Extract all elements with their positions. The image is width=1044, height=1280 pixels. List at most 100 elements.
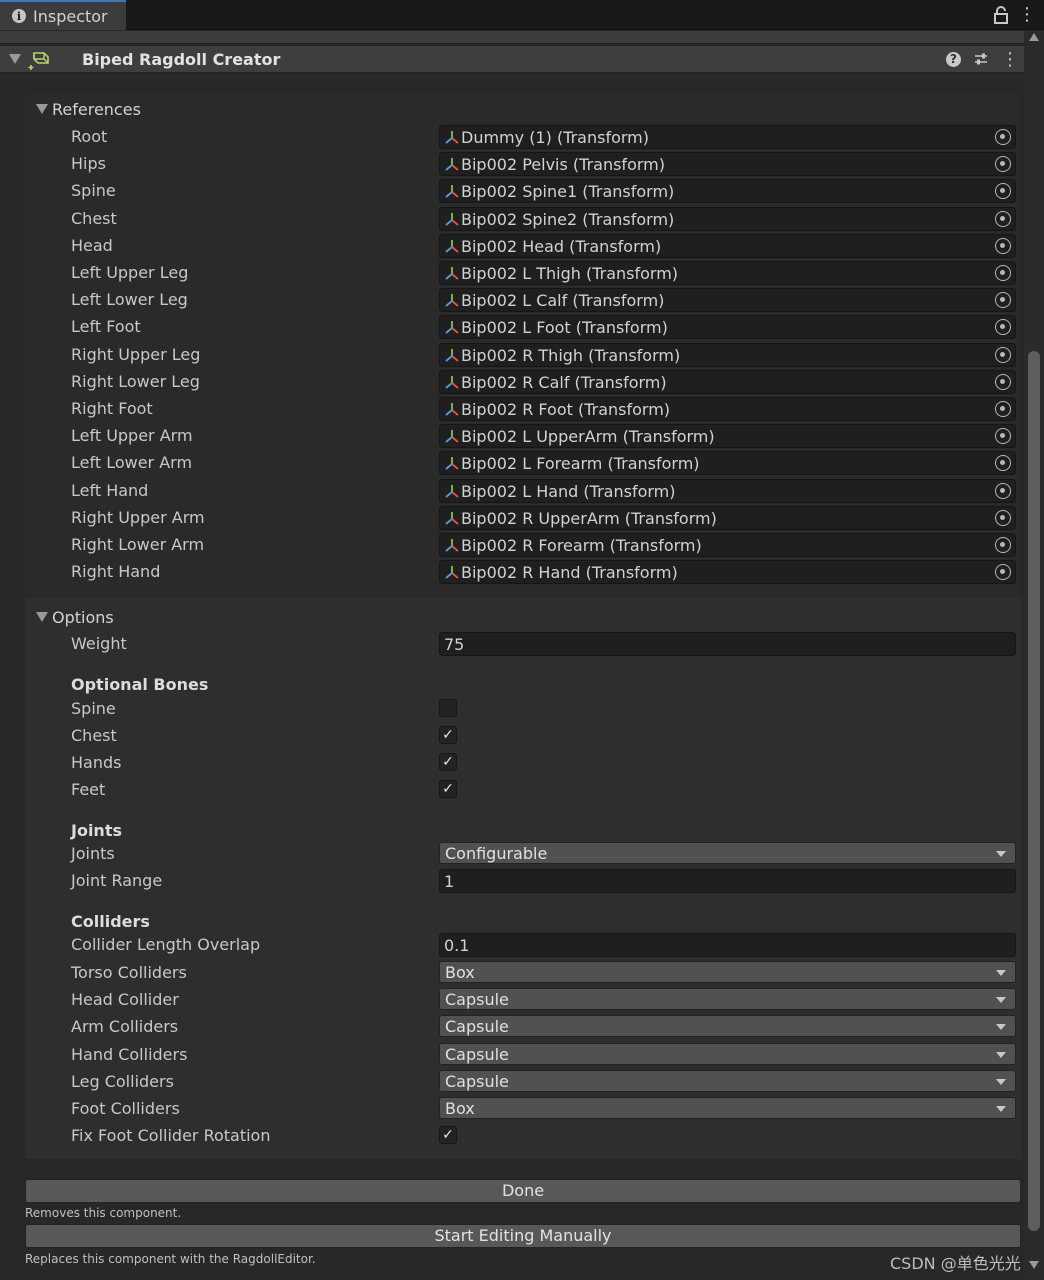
object-picker-icon[interactable] [995,156,1011,173]
fold-arrow-icon [36,104,48,114]
object-picker-icon[interactable] [995,509,1011,526]
joints-header: Joints [71,821,122,840]
transform-icon [445,294,459,307]
references-foldout[interactable]: References [36,99,141,119]
help-icon[interactable]: ? [946,52,961,67]
object-picker-icon[interactable] [995,455,1011,472]
scrollbar-thumb[interactable] [1028,351,1040,1231]
object-picker-icon[interactable] [995,292,1011,309]
object-picker-icon[interactable] [995,482,1011,499]
optional-bone-hands-label: Hands [71,753,122,772]
transform-icon [445,321,459,335]
reference-object-field[interactable]: Bip002 Spine1 (Transform) [439,179,1016,204]
object-picker-icon[interactable] [995,210,1011,227]
reference-object-field[interactable]: Bip002 R Calf (Transform) [439,369,1016,394]
reference-row: Left Hand Bip002 L Hand (Transform) [0,478,1024,505]
optional-bone-row: Feet ✓ [0,778,1024,804]
reference-object-field[interactable]: Bip002 L Thigh (Transform) [439,261,1016,285]
reference-object-field[interactable]: Dummy (1) (Transform) [439,125,1016,149]
preset-icon[interactable] [973,51,989,67]
collider-dropdown-value: Box [445,1099,475,1118]
joints-dropdown[interactable]: Configurable [439,842,1016,864]
reference-label: Head [71,235,113,255]
reference-object-field[interactable]: Bip002 L Calf (Transform) [439,288,1016,313]
transform-icon [445,566,459,579]
collider-row: Head Collider Capsule [0,988,1024,1014]
start-editing-manually-button[interactable]: Start Editing Manually [25,1224,1021,1248]
reference-object-field[interactable]: Bip002 L Forearm (Transform) [439,451,1016,476]
reference-object-field[interactable]: Bip002 R Forearm (Transform) [439,533,1016,557]
collider-dropdown[interactable]: Capsule [439,1015,1016,1038]
optional-bone-feet-label: Feet [71,780,106,799]
transform-icon [445,375,459,389]
object-picker-icon[interactable] [995,319,1011,336]
reference-object-field[interactable]: Bip002 R UpperArm (Transform) [439,505,1016,530]
fix-foot-rotation-checkbox[interactable]: ✓ [439,1126,457,1144]
collider-dropdown[interactable]: Capsule [439,988,1016,1011]
lock-icon[interactable] [992,5,1010,25]
collider-dropdown[interactable]: Capsule [439,1069,1016,1092]
reference-row: Right Foot Bip002 R Foot (Transform) [0,397,1024,423]
optional-bone-row: Spine [0,697,1024,723]
component-header[interactable]: Biped Ragdoll Creator ? ⋮ [0,45,1024,73]
object-picker-icon[interactable] [995,237,1011,254]
optional-bones-header-row: Optional Bones [0,673,1024,699]
reference-object-field[interactable]: Bip002 R Hand (Transform) [439,560,1016,585]
collider-dropdown[interactable]: Capsule [439,1042,1016,1065]
object-picker-icon[interactable] [995,183,1011,200]
reference-value: Bip002 Spine1 (Transform) [461,182,675,202]
object-picker-icon[interactable] [995,346,1011,363]
object-picker-icon[interactable] [995,537,1011,553]
optional-bones-header: Optional Bones [71,675,209,694]
reference-row: Left Lower Leg Bip002 L Calf (Transform) [0,288,1024,314]
reference-row: Head Bip002 Head (Transform) [0,233,1024,260]
optional-bone-spine-checkbox[interactable] [439,699,457,717]
object-picker-icon[interactable] [995,401,1011,417]
reference-value: Bip002 R Hand (Transform) [461,563,678,583]
reference-label: Right Lower Leg [71,371,200,391]
object-picker-icon[interactable] [995,564,1011,581]
collider-label: Hand Colliders [71,1044,188,1064]
tab-inspector[interactable]: i Inspector [0,0,126,30]
collider-dropdown[interactable]: Box [439,961,1016,983]
scroll-down-arrow-icon[interactable] [1029,1261,1039,1269]
reference-value: Bip002 R Foot (Transform) [461,400,671,419]
scroll-up-arrow-icon[interactable] [1029,33,1039,41]
object-picker-icon[interactable] [995,129,1011,145]
transform-icon [445,403,459,416]
reference-label: Left Foot [71,317,141,337]
vertical-scrollbar[interactable] [1024,31,1044,1280]
dropdown-arrow-icon [996,1106,1006,1112]
joint-range-row: Joint Range 1 [0,869,1024,895]
joint-range-field[interactable]: 1 [439,869,1016,893]
optional-bone-hands-checkbox[interactable]: ✓ [439,753,457,771]
collider-dropdown[interactable]: Box [439,1097,1016,1119]
collider-dropdown-value: Capsule [445,1017,509,1037]
object-picker-icon[interactable] [995,428,1011,445]
object-picker-icon[interactable] [995,265,1011,281]
component-menu-icon[interactable]: ⋮ [1001,49,1019,71]
reference-object-field[interactable]: Bip002 L UpperArm (Transform) [439,424,1016,449]
reference-object-field[interactable]: Bip002 R Foot (Transform) [439,397,1016,421]
weight-field[interactable]: 75 [439,632,1016,656]
done-button[interactable]: Done [25,1179,1021,1203]
kebab-menu-icon[interactable]: ⋮ [1018,4,1036,26]
object-picker-icon[interactable] [995,373,1011,390]
reference-object-field[interactable]: Bip002 R Thigh (Transform) [439,342,1016,367]
reference-object-field[interactable]: Bip002 L Hand (Transform) [439,478,1016,503]
options-foldout[interactable]: Options [36,607,114,627]
transform-icon [445,539,459,552]
reference-value: Bip002 L Forearm (Transform) [461,454,700,474]
collider-overlap-field[interactable]: 0.1 [439,933,1016,957]
reference-object-field[interactable]: Bip002 Head (Transform) [439,233,1016,258]
fold-arrow-icon[interactable] [9,54,21,64]
reference-label: Left Upper Arm [71,426,193,446]
reference-object-field[interactable]: Bip002 L Foot (Transform) [439,315,1016,340]
reference-object-field[interactable]: Bip002 Spine2 (Transform) [439,206,1016,231]
dropdown-arrow-icon [996,851,1006,857]
reference-value: Bip002 R Calf (Transform) [461,372,667,392]
optional-bone-chest-checkbox[interactable]: ✓ [439,726,457,744]
optional-bone-feet-checkbox[interactable]: ✓ [439,780,457,798]
reference-object-field[interactable]: Bip002 Pelvis (Transform) [439,152,1016,177]
reference-value: Bip002 L Foot (Transform) [461,318,668,338]
